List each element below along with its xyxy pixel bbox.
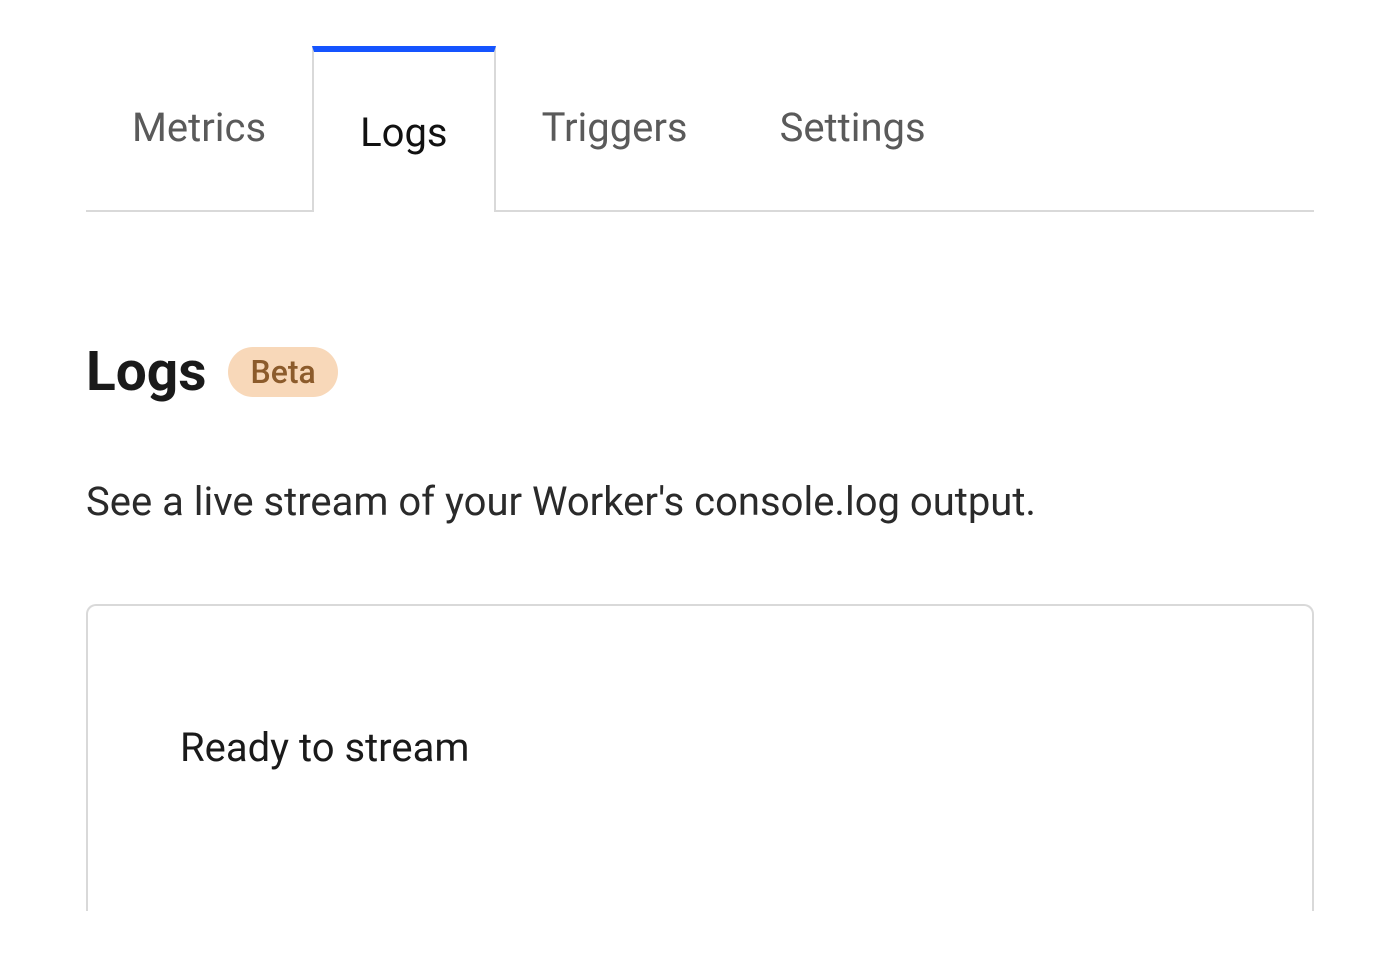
- tab-label: Settings: [780, 104, 926, 151]
- beta-badge: Beta: [228, 347, 337, 397]
- tab-metrics[interactable]: Metrics: [86, 44, 312, 210]
- tab-triggers[interactable]: Triggers: [496, 44, 734, 210]
- tab-logs[interactable]: Logs: [312, 46, 495, 212]
- log-stream-panel: Ready to stream: [86, 604, 1314, 911]
- tab-settings[interactable]: Settings: [734, 44, 972, 210]
- page-title: Logs: [86, 340, 206, 404]
- tab-label: Metrics: [132, 104, 266, 151]
- tab-label: Logs: [360, 109, 447, 156]
- heading-row: Logs Beta: [86, 340, 1314, 404]
- stream-status: Ready to stream: [180, 724, 1220, 771]
- tab-label: Triggers: [542, 104, 688, 151]
- page-description: See a live stream of your Worker's conso…: [86, 474, 1314, 530]
- main-content: Logs Beta See a live stream of your Work…: [86, 212, 1314, 911]
- tabbar: Metrics Logs Triggers Settings: [86, 44, 1314, 212]
